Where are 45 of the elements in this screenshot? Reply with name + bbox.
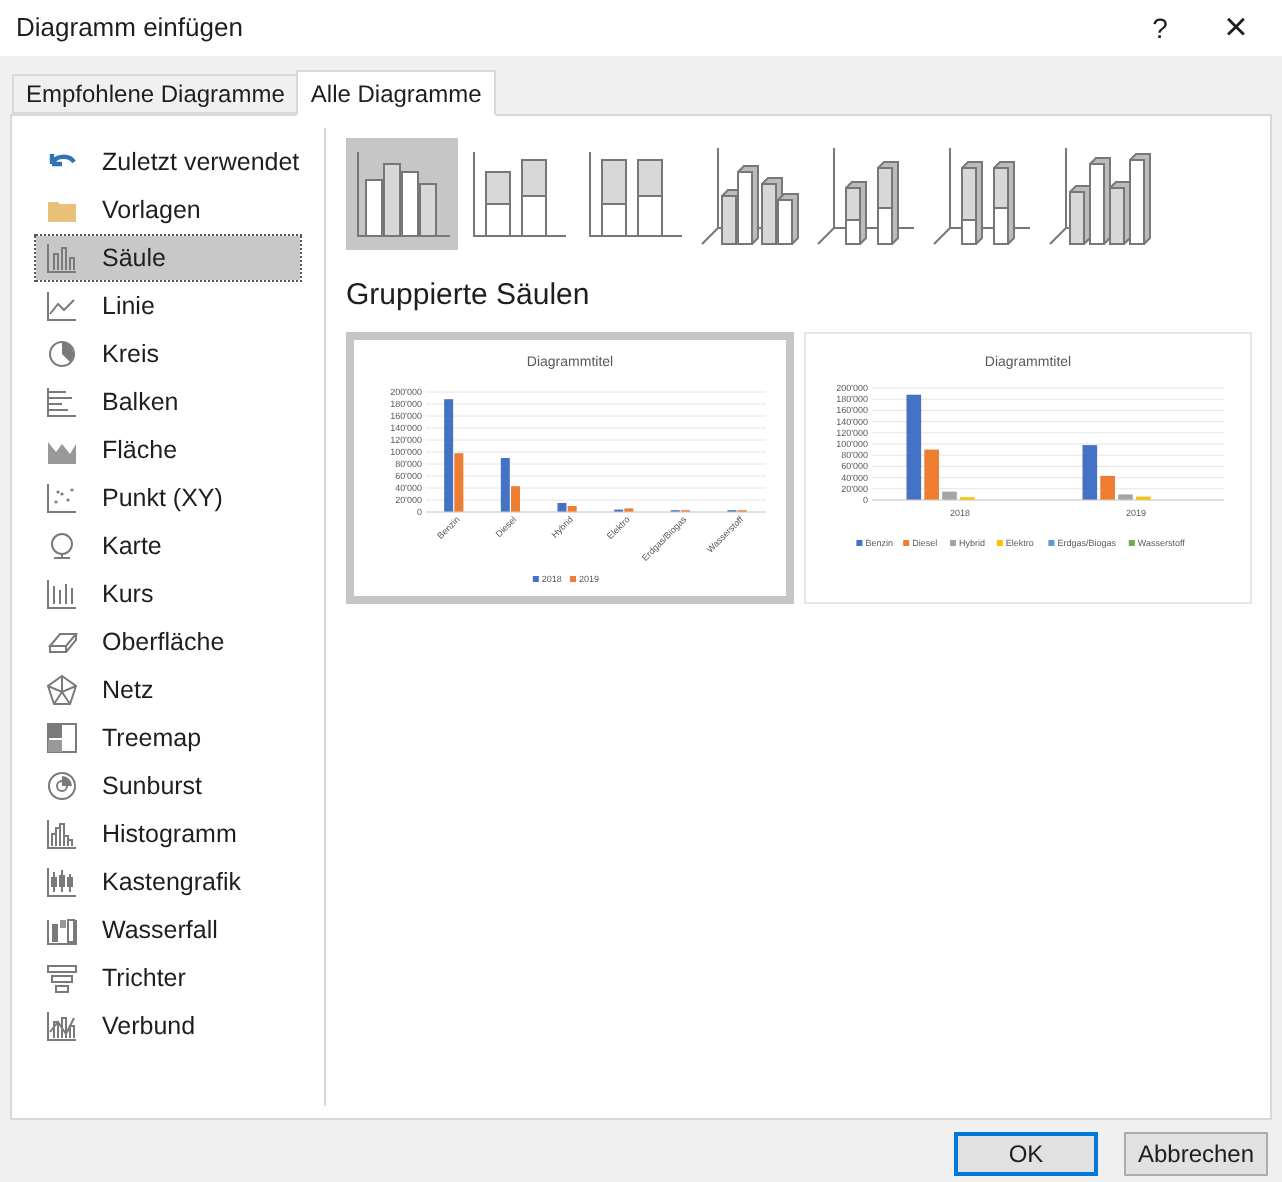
help-button[interactable]: ? (1130, 0, 1190, 56)
line-chart-icon (46, 290, 78, 322)
sidebar-item[interactable]: Treemap (36, 716, 300, 760)
sidebar-item[interactable]: Balken (36, 380, 300, 424)
sidebar-item[interactable]: Punkt (XY) (36, 476, 300, 520)
treemap-icon (46, 722, 78, 754)
histogram-icon (46, 818, 78, 850)
bar-chart-icon (46, 386, 78, 418)
sidebar-item[interactable]: Säule (36, 236, 300, 280)
dialog-button[interactable]: Abbrechen (1124, 1132, 1268, 1176)
sidebar-item[interactable]: Kastengrafik (36, 860, 300, 904)
sidebar-item[interactable]: Sunburst (36, 764, 300, 808)
sidebar-item[interactable]: Linie (36, 284, 300, 328)
globe-icon (46, 530, 78, 562)
sidebar-item[interactable]: Kurs (36, 572, 300, 616)
dialog-button[interactable]: OK (954, 1132, 1098, 1176)
sidebar-item[interactable]: Oberfläche (36, 620, 300, 664)
sidebar-item[interactable]: Fläche (36, 428, 300, 472)
chart-bar (1118, 493, 1133, 499)
sidebar-item[interactable]: Histogramm (36, 812, 300, 856)
sidebar-item[interactable]: Zuletzt verwendet (36, 140, 300, 184)
sidebar-item[interactable]: Kreis (36, 332, 300, 376)
chart-bar (942, 490, 957, 499)
pie-chart-icon (46, 338, 78, 370)
sidebar-item[interactable]: Vorlagen (36, 188, 300, 232)
tab[interactable]: Empfohlene Diagramme (12, 74, 297, 114)
scatter-chart-icon (46, 482, 78, 514)
sidebar-item[interactable]: Verbund (36, 1004, 300, 1048)
funnel-icon (46, 962, 78, 994)
window-title: Diagramm einfügen (16, 10, 243, 47)
chart-subtype-option[interactable] (346, 138, 458, 250)
sidebar-item[interactable]: Wasserfall (36, 908, 300, 952)
column-chart-icon (46, 242, 78, 274)
stock-chart-icon (46, 578, 78, 610)
waterfall-chart-icon (46, 914, 78, 946)
box-plot-icon (46, 866, 78, 898)
sidebar-item[interactable]: Karte (36, 524, 300, 568)
sidebar-item[interactable]: Trichter (36, 956, 300, 1000)
tab[interactable]: Alle Diagramme (296, 70, 496, 116)
sidebar-item[interactable]: Netz (36, 668, 300, 712)
subtype-title: Gruppierte Säulen (346, 276, 592, 316)
sunburst-icon (46, 770, 78, 802)
combo-chart-icon (46, 1010, 78, 1042)
close-button[interactable]: × (1190, 0, 1282, 56)
radar-chart-icon (46, 674, 78, 706)
